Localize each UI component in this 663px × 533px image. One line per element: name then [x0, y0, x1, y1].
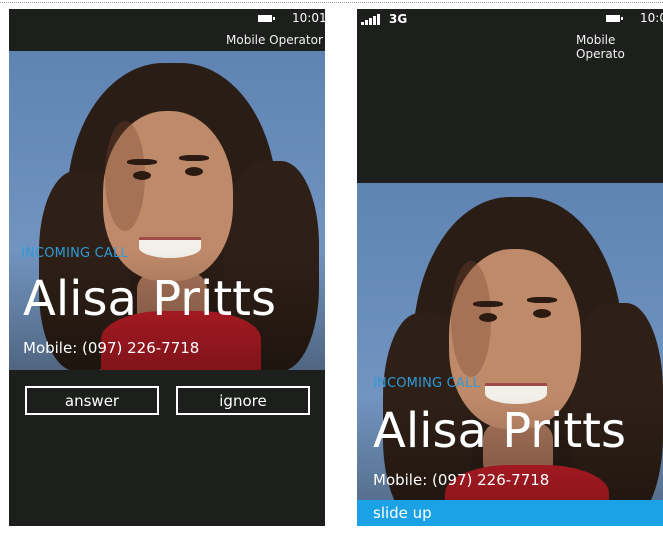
photo-eye-right [185, 167, 203, 176]
photo-brow-right [179, 155, 209, 161]
phone-screen-left: 10:01 Mobile Operator INCOMING CALL Alis… [9, 9, 325, 526]
photo-brow-left [473, 301, 503, 307]
network-type: 3G [389, 12, 408, 26]
photo-eye-right [533, 309, 551, 318]
incoming-call-label: INCOMING CALL [373, 376, 480, 391]
caller-name: Alisa Pritts [23, 271, 277, 327]
slide-up-bar[interactable]: slide up [357, 500, 663, 526]
photo-eye-left [479, 313, 497, 322]
mobile-operator: Mobile Operato [576, 33, 625, 61]
status-time: 10:01 [292, 11, 325, 25]
signal-strength-icon [361, 14, 383, 25]
page-divider [0, 2, 663, 3]
answer-button[interactable]: answer [25, 386, 159, 415]
slide-up-label: slide up [373, 504, 432, 522]
caller-photo: INCOMING CALL Alisa Pritts Mobile: (097)… [9, 51, 325, 370]
status-time: 10:0 [640, 11, 663, 25]
incoming-call-label: INCOMING CALL [21, 246, 128, 261]
battery-icon [606, 15, 623, 22]
caller-number: Mobile: (097) 226-7718 [23, 339, 200, 357]
mobile-operator: Mobile Operator [226, 33, 323, 47]
status-bar: 10:01 [9, 9, 325, 29]
caller-number: Mobile: (097) 226-7718 [373, 471, 550, 489]
battery-icon [258, 15, 275, 22]
ignore-button[interactable]: ignore [176, 386, 310, 415]
photo-brow-left [127, 159, 157, 165]
status-bar: 3G 10:0 [357, 9, 663, 29]
photo-brow-right [527, 297, 557, 303]
phone-screen-right: 3G 10:0 Mobile Operato INCOMING CALL Ali… [357, 9, 663, 526]
caller-photo: INCOMING CALL Alisa Pritts Mobile: (097)… [357, 183, 663, 526]
photo-eye-left [133, 171, 151, 180]
caller-name: Alisa Pritts [373, 403, 627, 459]
